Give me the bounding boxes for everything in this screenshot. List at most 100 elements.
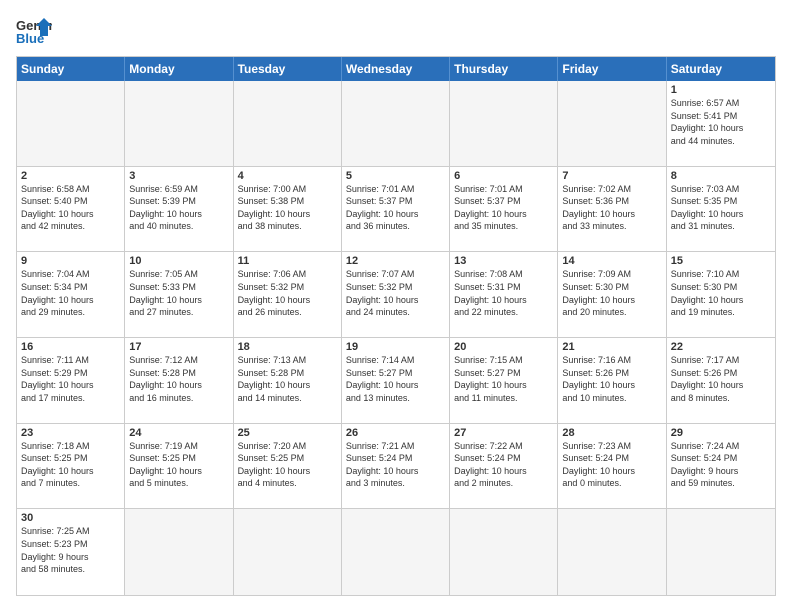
sun-info: Sunrise: 7:05 AM Sunset: 5:33 PM Dayligh…	[129, 268, 228, 318]
logo-icon: General Blue	[16, 16, 52, 46]
calendar-cell: 24Sunrise: 7:19 AM Sunset: 5:25 PM Dayli…	[125, 424, 233, 509]
day-number: 14	[562, 255, 661, 267]
day-number: 10	[129, 255, 228, 267]
sun-info: Sunrise: 6:59 AM Sunset: 5:39 PM Dayligh…	[129, 183, 228, 233]
calendar-cell: 6Sunrise: 7:01 AM Sunset: 5:37 PM Daylig…	[450, 167, 558, 252]
calendar-cell	[342, 509, 450, 595]
day-number: 8	[671, 170, 771, 182]
sun-info: Sunrise: 7:20 AM Sunset: 5:25 PM Dayligh…	[238, 440, 337, 490]
calendar-cell	[450, 81, 558, 166]
sun-info: Sunrise: 7:07 AM Sunset: 5:32 PM Dayligh…	[346, 268, 445, 318]
calendar-cell: 15Sunrise: 7:10 AM Sunset: 5:30 PM Dayli…	[667, 252, 775, 337]
calendar-cell: 26Sunrise: 7:21 AM Sunset: 5:24 PM Dayli…	[342, 424, 450, 509]
day-number: 18	[238, 341, 337, 353]
day-number: 25	[238, 427, 337, 439]
day-number: 3	[129, 170, 228, 182]
day-number: 26	[346, 427, 445, 439]
calendar-cell	[125, 509, 233, 595]
calendar-body: 1Sunrise: 6:57 AM Sunset: 5:41 PM Daylig…	[17, 81, 775, 595]
day-number: 21	[562, 341, 661, 353]
calendar-cell	[558, 81, 666, 166]
sun-info: Sunrise: 7:12 AM Sunset: 5:28 PM Dayligh…	[129, 354, 228, 404]
day-number: 12	[346, 255, 445, 267]
calendar-cell: 2Sunrise: 6:58 AM Sunset: 5:40 PM Daylig…	[17, 167, 125, 252]
sun-info: Sunrise: 7:24 AM Sunset: 5:24 PM Dayligh…	[671, 440, 771, 490]
calendar-cell: 4Sunrise: 7:00 AM Sunset: 5:38 PM Daylig…	[234, 167, 342, 252]
sun-info: Sunrise: 7:01 AM Sunset: 5:37 PM Dayligh…	[454, 183, 553, 233]
sun-info: Sunrise: 7:04 AM Sunset: 5:34 PM Dayligh…	[21, 268, 120, 318]
calendar-cell	[558, 509, 666, 595]
calendar-cell: 23Sunrise: 7:18 AM Sunset: 5:25 PM Dayli…	[17, 424, 125, 509]
calendar: SundayMondayTuesdayWednesdayThursdayFrid…	[16, 56, 776, 596]
calendar-cell: 21Sunrise: 7:16 AM Sunset: 5:26 PM Dayli…	[558, 338, 666, 423]
sun-info: Sunrise: 7:15 AM Sunset: 5:27 PM Dayligh…	[454, 354, 553, 404]
calendar-cell	[234, 509, 342, 595]
calendar-cell	[17, 81, 125, 166]
day-number: 16	[21, 341, 120, 353]
sun-info: Sunrise: 7:08 AM Sunset: 5:31 PM Dayligh…	[454, 268, 553, 318]
weekday-header: Friday	[558, 57, 666, 81]
page-header: General Blue	[16, 16, 776, 46]
calendar-cell	[450, 509, 558, 595]
calendar-cell: 12Sunrise: 7:07 AM Sunset: 5:32 PM Dayli…	[342, 252, 450, 337]
sun-info: Sunrise: 7:23 AM Sunset: 5:24 PM Dayligh…	[562, 440, 661, 490]
day-number: 15	[671, 255, 771, 267]
sun-info: Sunrise: 7:19 AM Sunset: 5:25 PM Dayligh…	[129, 440, 228, 490]
sun-info: Sunrise: 7:01 AM Sunset: 5:37 PM Dayligh…	[346, 183, 445, 233]
day-number: 28	[562, 427, 661, 439]
calendar-row: 1Sunrise: 6:57 AM Sunset: 5:41 PM Daylig…	[17, 81, 775, 167]
sun-info: Sunrise: 7:06 AM Sunset: 5:32 PM Dayligh…	[238, 268, 337, 318]
calendar-cell: 29Sunrise: 7:24 AM Sunset: 5:24 PM Dayli…	[667, 424, 775, 509]
sun-info: Sunrise: 7:11 AM Sunset: 5:29 PM Dayligh…	[21, 354, 120, 404]
sun-info: Sunrise: 7:10 AM Sunset: 5:30 PM Dayligh…	[671, 268, 771, 318]
calendar-cell: 1Sunrise: 6:57 AM Sunset: 5:41 PM Daylig…	[667, 81, 775, 166]
day-number: 6	[454, 170, 553, 182]
day-number: 11	[238, 255, 337, 267]
calendar-cell: 18Sunrise: 7:13 AM Sunset: 5:28 PM Dayli…	[234, 338, 342, 423]
weekday-header: Saturday	[667, 57, 775, 81]
sun-info: Sunrise: 7:16 AM Sunset: 5:26 PM Dayligh…	[562, 354, 661, 404]
calendar-cell: 17Sunrise: 7:12 AM Sunset: 5:28 PM Dayli…	[125, 338, 233, 423]
weekday-header: Thursday	[450, 57, 558, 81]
sun-info: Sunrise: 7:17 AM Sunset: 5:26 PM Dayligh…	[671, 354, 771, 404]
calendar-cell: 25Sunrise: 7:20 AM Sunset: 5:25 PM Dayli…	[234, 424, 342, 509]
day-number: 7	[562, 170, 661, 182]
sun-info: Sunrise: 7:13 AM Sunset: 5:28 PM Dayligh…	[238, 354, 337, 404]
sun-info: Sunrise: 7:00 AM Sunset: 5:38 PM Dayligh…	[238, 183, 337, 233]
sun-info: Sunrise: 7:22 AM Sunset: 5:24 PM Dayligh…	[454, 440, 553, 490]
day-number: 22	[671, 341, 771, 353]
day-number: 24	[129, 427, 228, 439]
weekday-header: Monday	[125, 57, 233, 81]
sun-info: Sunrise: 6:57 AM Sunset: 5:41 PM Dayligh…	[671, 97, 771, 147]
weekday-header: Wednesday	[342, 57, 450, 81]
calendar-cell	[667, 509, 775, 595]
calendar-row: 16Sunrise: 7:11 AM Sunset: 5:29 PM Dayli…	[17, 338, 775, 424]
calendar-cell	[342, 81, 450, 166]
calendar-row: 23Sunrise: 7:18 AM Sunset: 5:25 PM Dayli…	[17, 424, 775, 510]
calendar-cell	[125, 81, 233, 166]
day-number: 2	[21, 170, 120, 182]
sun-info: Sunrise: 7:25 AM Sunset: 5:23 PM Dayligh…	[21, 525, 120, 575]
calendar-cell: 10Sunrise: 7:05 AM Sunset: 5:33 PM Dayli…	[125, 252, 233, 337]
sun-info: Sunrise: 7:09 AM Sunset: 5:30 PM Dayligh…	[562, 268, 661, 318]
sun-info: Sunrise: 7:18 AM Sunset: 5:25 PM Dayligh…	[21, 440, 120, 490]
calendar-cell: 20Sunrise: 7:15 AM Sunset: 5:27 PM Dayli…	[450, 338, 558, 423]
day-number: 4	[238, 170, 337, 182]
day-number: 9	[21, 255, 120, 267]
calendar-cell: 28Sunrise: 7:23 AM Sunset: 5:24 PM Dayli…	[558, 424, 666, 509]
calendar-cell: 8Sunrise: 7:03 AM Sunset: 5:35 PM Daylig…	[667, 167, 775, 252]
sun-info: Sunrise: 7:03 AM Sunset: 5:35 PM Dayligh…	[671, 183, 771, 233]
sun-info: Sunrise: 7:02 AM Sunset: 5:36 PM Dayligh…	[562, 183, 661, 233]
day-number: 13	[454, 255, 553, 267]
sun-info: Sunrise: 6:58 AM Sunset: 5:40 PM Dayligh…	[21, 183, 120, 233]
calendar-cell: 3Sunrise: 6:59 AM Sunset: 5:39 PM Daylig…	[125, 167, 233, 252]
day-number: 17	[129, 341, 228, 353]
calendar-row: 2Sunrise: 6:58 AM Sunset: 5:40 PM Daylig…	[17, 167, 775, 253]
weekday-header: Sunday	[17, 57, 125, 81]
calendar-cell: 22Sunrise: 7:17 AM Sunset: 5:26 PM Dayli…	[667, 338, 775, 423]
day-number: 20	[454, 341, 553, 353]
calendar-cell: 30Sunrise: 7:25 AM Sunset: 5:23 PM Dayli…	[17, 509, 125, 595]
calendar-cell: 16Sunrise: 7:11 AM Sunset: 5:29 PM Dayli…	[17, 338, 125, 423]
calendar-row: 30Sunrise: 7:25 AM Sunset: 5:23 PM Dayli…	[17, 509, 775, 595]
calendar-cell: 5Sunrise: 7:01 AM Sunset: 5:37 PM Daylig…	[342, 167, 450, 252]
